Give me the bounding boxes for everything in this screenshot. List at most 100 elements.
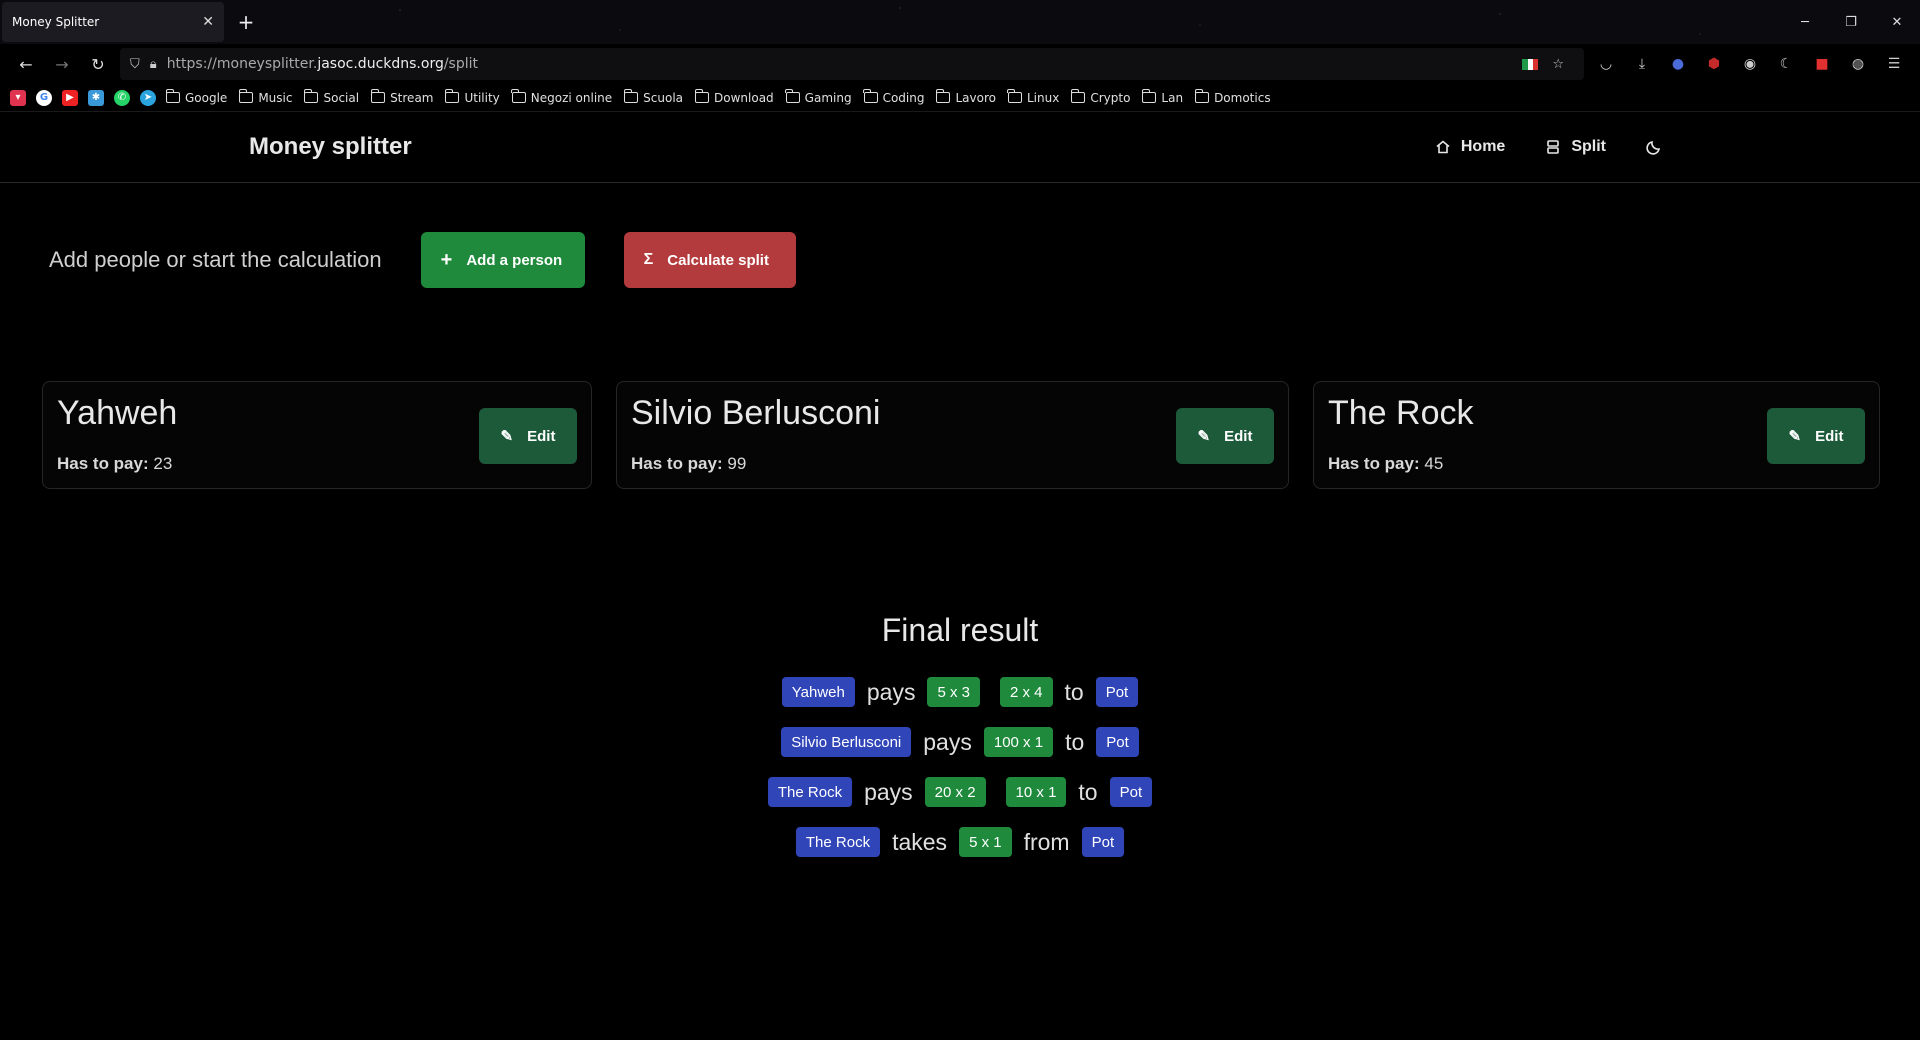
folder-icon [511,89,526,103]
bookmark-label: Crypto [1090,90,1131,105]
folder-icon [935,89,951,103]
folder-icon [370,89,386,103]
bookmark-folder[interactable]: Google [165,89,227,105]
bookmark-folder[interactable]: Stream [370,89,433,105]
back-arrow-icon[interactable]: ← [8,48,44,80]
menu-icon[interactable]: ☰ [1876,48,1912,80]
site-nav: Home Split [1435,138,1662,156]
app-bookmark-icon[interactable]: ✱ [88,89,104,106]
nav-home-label: Home [1460,138,1506,155]
moon-extension-icon[interactable]: ☾ [1768,48,1804,80]
pay-label: Has to pay: [57,454,149,473]
bookmark-folder[interactable]: Lavoro [935,89,996,105]
folder-icon [303,89,319,103]
address-bar[interactable]: ⛉ 🔒︎ https://moneysplitter. jasoc.duckdns… [120,48,1584,80]
edit-button[interactable]: ✎ Edit [479,408,577,464]
forward-arrow-icon[interactable]: → [44,48,80,80]
restore-icon[interactable]: ❐ [1828,0,1874,44]
bookmark-folder[interactable]: Coding [863,89,924,105]
folder-icon [785,89,800,103]
amount-badge: 2 x 4 [999,677,1053,707]
telegram-bookmark-icon[interactable]: ➤ [140,89,156,106]
person-badge: Yahweh [781,677,855,707]
pay-label: Has to pay: [1328,454,1420,473]
edit-button[interactable]: ✎ Edit [1767,408,1865,464]
brand-title[interactable]: Money splitter [249,133,412,161]
reload-icon[interactable]: ↻ [80,48,116,80]
page: Money splitter Home Split Add people or … [0,112,1920,1040]
bookmark-folder[interactable]: Utility [444,89,500,105]
bookmark-folder[interactable]: Download [694,89,774,105]
bookmark-folder[interactable]: Linux [1007,89,1059,105]
bookmark-folder[interactable]: Domotics [1194,89,1271,105]
theme-toggle[interactable] [1646,139,1662,155]
close-tab-icon[interactable]: ✕ [202,14,214,30]
window-close-icon[interactable]: ✕ [1874,0,1920,44]
add-person-button[interactable]: + Add a person [420,232,585,288]
lock-icon[interactable]: 🔒︎ [150,57,157,72]
bookmark-label: Lan [1161,90,1184,105]
edit-label: Edit [527,427,556,445]
nav-home[interactable]: Home [1435,138,1505,156]
pocket-bookmark-icon[interactable]: ▾ [10,89,26,106]
folder-icon [238,89,254,103]
whatsapp-bookmark-icon[interactable]: ✆ [114,89,130,106]
bookmark-label: Gaming [804,90,852,105]
prep-text: from [1023,828,1070,855]
prep-text: to [1078,778,1098,805]
pencil-icon: ✎ [1788,428,1802,445]
bookmark-label: Utility [464,90,500,105]
pay-amount: 99 [727,454,747,473]
bookmark-folder[interactable]: Crypto [1070,89,1131,105]
actions-row: Add people or start the calculation + Ad… [49,232,796,288]
calculate-split-button[interactable]: Σ Calculate split [623,232,796,288]
ublock-icon[interactable]: ⬢ [1696,48,1732,80]
new-tab-icon[interactable]: + [228,2,264,42]
download-icon[interactable]: ⤓ [1624,48,1660,80]
bookmark-folder[interactable]: Lan [1141,89,1184,105]
edit-button[interactable]: ✎ Edit [1176,408,1274,464]
prep-text: to [1064,678,1084,705]
minimize-icon[interactable]: ─ [1782,0,1828,44]
window-controls: ─ ❐ ✕ [1782,0,1920,44]
bookmark-label: Negozi online [530,90,613,105]
person-card: Yahweh Has to pay: 23 ✎ Edit [42,381,592,489]
bookmark-label: Lavoro [955,90,996,105]
prep-text: to [1065,728,1085,755]
amount-badge: 100 x 1 [983,727,1054,757]
pocket-icon[interactable]: ◡ [1588,48,1624,80]
bookmark-folder[interactable]: Gaming [785,89,852,105]
bookmark-star-icon[interactable]: ☆ [1552,57,1564,72]
mask-icon[interactable]: ◉ [1732,48,1768,80]
person-pay: Has to pay: 99 [631,454,746,474]
profile-icon[interactable]: ◍ [1840,48,1876,80]
url-path: /split [443,56,479,72]
extension-icon[interactable]: ● [1660,48,1696,80]
person-name: Silvio Berlusconi [631,394,881,432]
bookmark-folder[interactable]: Negozi online [511,89,613,105]
bookmark-folder[interactable]: Scuola [623,89,683,105]
italy-flag-icon[interactable] [1522,58,1539,70]
reader-icon[interactable]: ■ [1804,48,1840,80]
bookmark-folder[interactable]: Social [303,89,359,105]
pay-amount: 23 [153,454,173,473]
person-name: The Rock [1328,394,1474,432]
toolbar-icons: ◡ ⤓ ● ⬢ ◉ ☾ ■ ◍ ☰ [1588,48,1912,80]
nav-split[interactable]: Split [1545,138,1606,156]
folder-icon [1007,89,1022,103]
folder-icon [165,89,180,103]
shield-icon[interactable]: ⛉ [130,57,140,72]
person-badge: Silvio Berlusconi [781,727,912,757]
amount-badge: 5 x 3 [927,677,980,707]
folder-icon [1070,89,1086,103]
nav-split-label: Split [1571,138,1606,155]
bookmark-folder[interactable]: Music [238,89,292,105]
add-person-label: Add a person [466,251,563,269]
verb-text: pays [864,778,913,805]
browser-tab[interactable]: Money Splitter ✕ [2,2,224,42]
youtube-bookmark-icon[interactable]: ▶ [62,89,78,106]
google-bookmark-icon[interactable]: G [36,89,52,106]
result-rows: Yahweh pays 5 x 32 x 4 to Pot Silvio Berlusco… [0,667,1920,867]
result-row: Yahweh pays 5 x 3 2 x 4 to Pot [0,667,1920,717]
amount-badge: 5 x 1 [959,827,1012,857]
